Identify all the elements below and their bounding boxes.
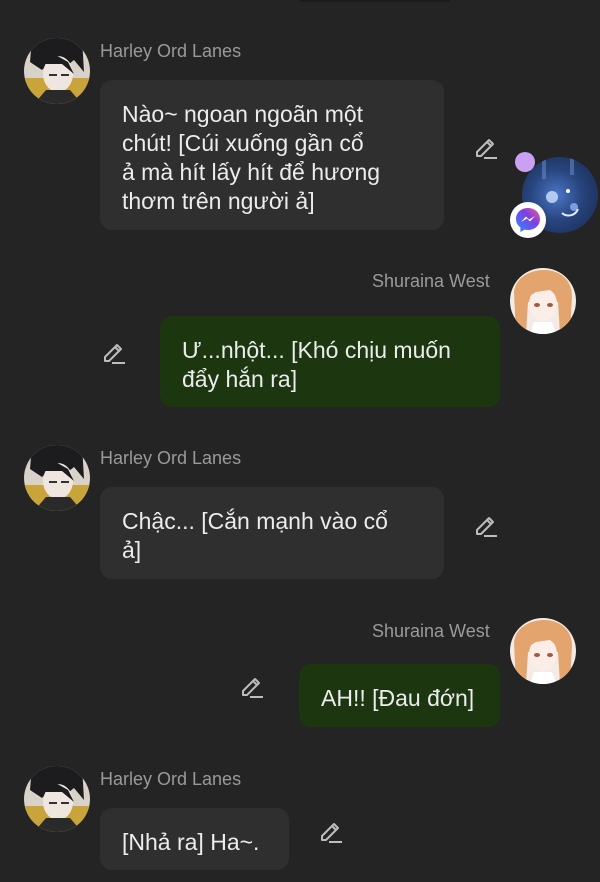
messenger-icon <box>516 208 540 232</box>
pencil-edit-icon[interactable] <box>318 818 344 844</box>
shuraina-avatar[interactable] <box>510 618 576 684</box>
harley-avatar[interactable] <box>24 445 90 511</box>
sender-name: Shuraina West <box>372 621 490 641</box>
top-divider <box>300 0 450 2</box>
shuraina-avatar[interactable] <box>510 268 576 334</box>
online-indicator <box>515 152 535 172</box>
messenger-badge <box>510 202 546 238</box>
sender-name: Shuraina West <box>372 271 490 291</box>
chat-screen: Harley Ord Lanes Nào~ ngoan ngoãn một ch… <box>0 0 600 882</box>
pencil-edit-icon[interactable] <box>473 512 499 538</box>
character-message-bubble[interactable]: Nào~ ngoan ngoãn một chút! [Cúi xuống gầ… <box>100 80 444 230</box>
harley-avatar[interactable] <box>24 38 90 104</box>
pencil-edit-icon[interactable] <box>473 134 499 160</box>
sender-name: Harley Ord Lanes <box>100 769 242 789</box>
harley-avatar[interactable] <box>24 766 90 832</box>
pencil-edit-icon[interactable] <box>239 673 265 699</box>
user-message-bubble[interactable]: Ư...nhột... [Khó chịu muốn đẩy hắn ra] <box>160 316 500 407</box>
user-message-bubble[interactable]: AH!! [Đau đớn] <box>299 664 500 727</box>
sender-name: Harley Ord Lanes <box>100 41 242 61</box>
character-message-bubble[interactable]: [Nhả ra] Ha~. <box>100 808 289 870</box>
character-message-bubble[interactable]: Chậc... [Cắn mạnh vào cổ ả] <box>100 487 444 579</box>
pencil-edit-icon[interactable] <box>101 339 127 365</box>
sender-name: Harley Ord Lanes <box>100 448 242 468</box>
